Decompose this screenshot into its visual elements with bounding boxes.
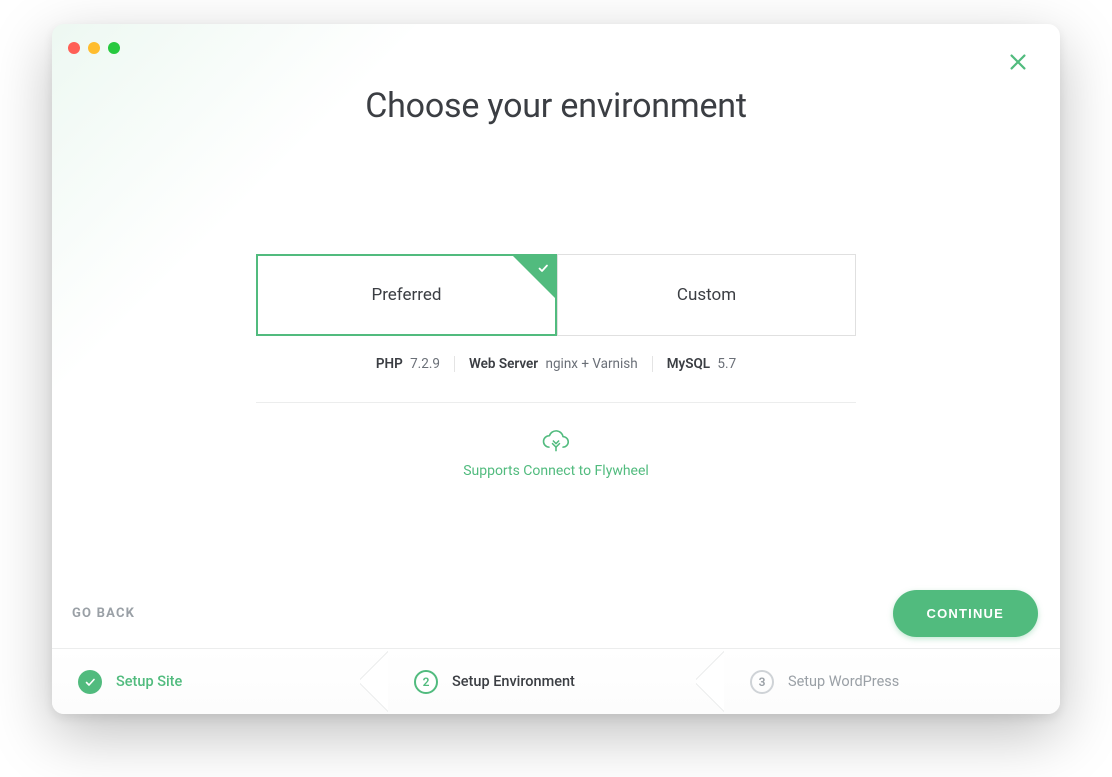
environment-options: Preferred Custom [256,254,856,336]
step-setup-wordpress[interactable]: 3 Setup WordPress [724,649,1060,714]
spec-value: nginx + Varnish [546,356,638,372]
spec-value: 5.7 [717,356,736,372]
environment-specs: PHP 7.2.9 Web Server nginx + Varnish MyS… [362,356,750,372]
flywheel-info: Supports Connect to Flywheel [463,429,649,479]
step-setup-environment[interactable]: 2 Setup Environment [388,649,724,714]
spec-value: 7.2.9 [410,356,440,372]
cloud-download-icon [542,429,570,453]
spec-mysql: MySQL 5.7 [652,356,750,372]
step-check-icon [78,670,102,694]
window-close-button[interactable] [68,42,80,54]
option-preferred[interactable]: Preferred [256,254,557,336]
flywheel-text: Supports Connect to Flywheel [463,463,649,479]
continue-button[interactable]: CONTINUE [893,590,1039,637]
close-icon[interactable] [1006,50,1030,74]
step-label: Setup Environment [452,673,575,690]
step-label: Setup WordPress [788,673,899,690]
spec-webserver: Web Server nginx + Varnish [454,356,652,372]
page-title: Choose your environment [365,86,747,126]
main-content: Choose your environment Preferred Custom… [52,24,1060,648]
app-window: Choose your environment Preferred Custom… [52,24,1060,714]
divider [256,402,856,403]
window-controls [68,42,120,54]
spec-label: Web Server [469,356,538,372]
spec-label: PHP [376,356,403,372]
step-label: Setup Site [116,673,182,690]
nav-bar: GO BACK CONTINUE [52,578,1060,648]
window-minimize-button[interactable] [88,42,100,54]
option-custom[interactable]: Custom [557,254,856,336]
step-number: 3 [750,670,774,694]
step-number: 2 [414,670,438,694]
option-label: Custom [677,285,736,305]
spec-php: PHP 7.2.9 [362,356,454,372]
step-setup-site[interactable]: Setup Site [52,649,388,714]
option-label: Preferred [371,285,441,305]
check-icon [537,262,549,277]
go-back-button[interactable]: GO BACK [66,598,141,629]
window-zoom-button[interactable] [108,42,120,54]
stepper: Setup Site 2 Setup Environment 3 Setup W… [52,648,1060,714]
spec-label: MySQL [667,356,710,372]
